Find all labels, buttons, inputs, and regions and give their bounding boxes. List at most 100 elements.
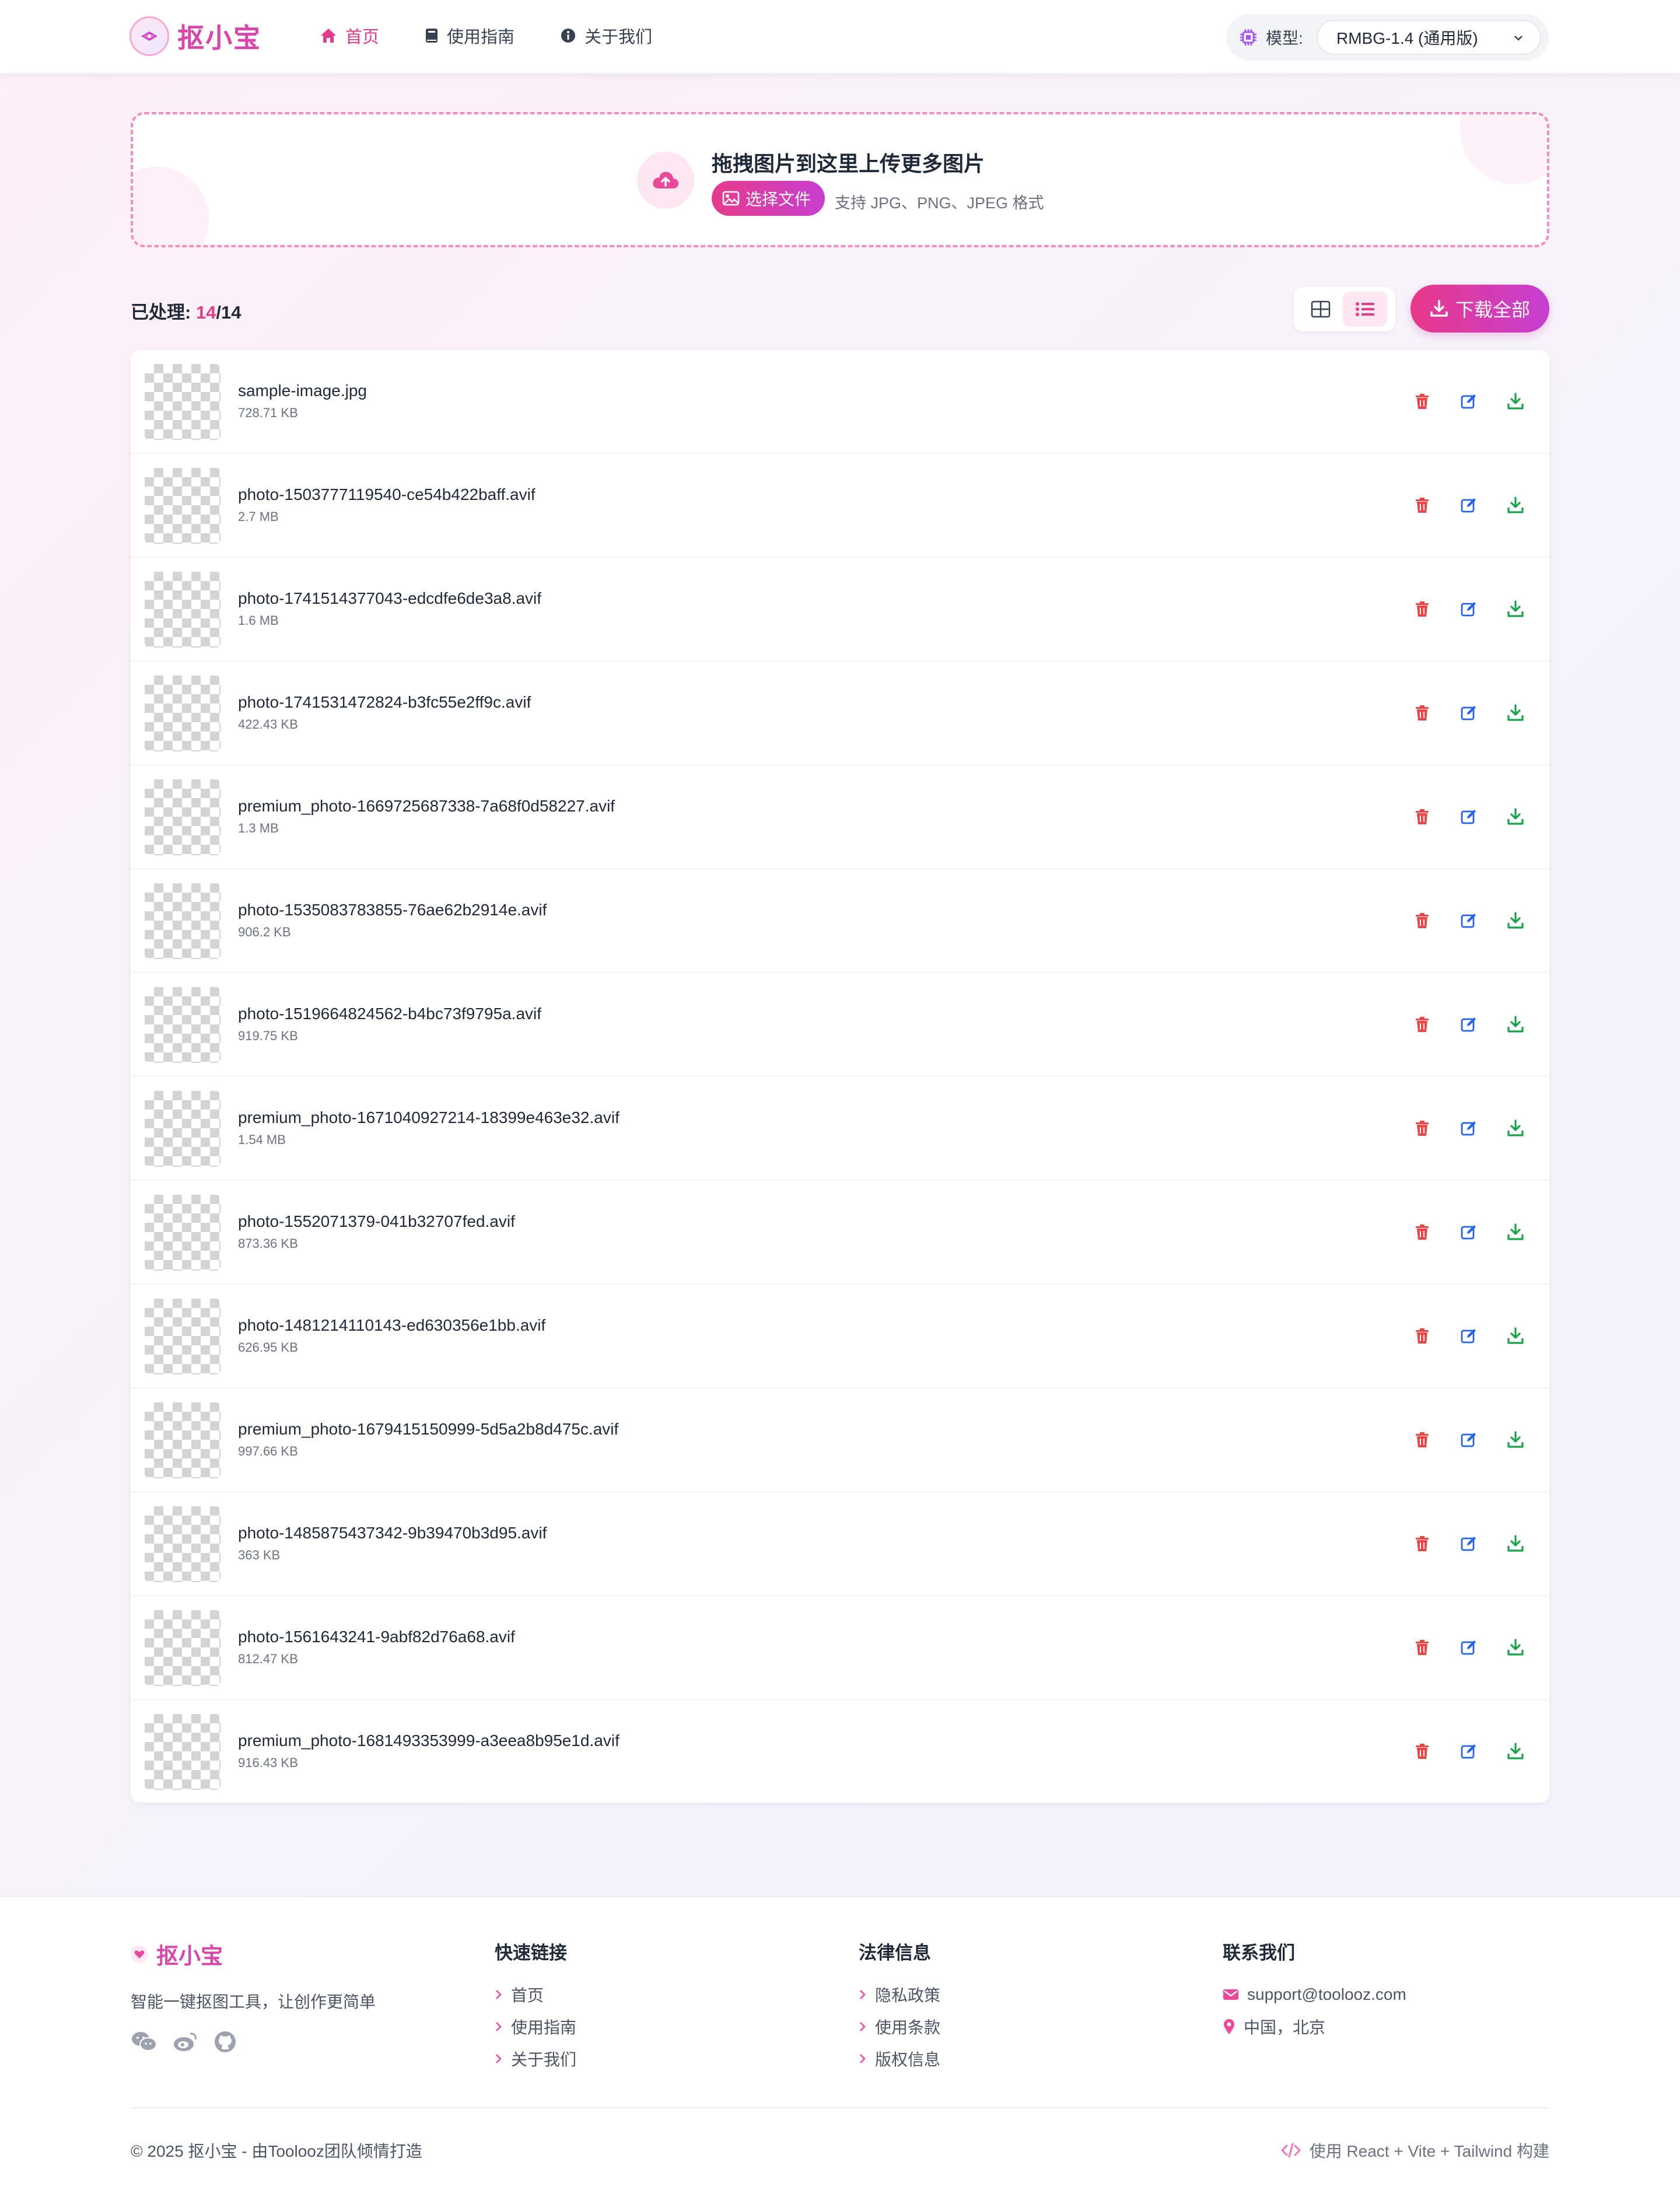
wechat-icon[interactable] <box>131 2030 158 2052</box>
edit-button[interactable] <box>1458 1015 1479 1036</box>
file-row: sample-image.jpg 728.71 KB <box>131 350 1549 454</box>
delete-button[interactable] <box>1412 1327 1433 1348</box>
download-button[interactable] <box>1505 392 1526 413</box>
result-thumbnail[interactable] <box>145 987 220 1063</box>
file-name: photo-1741514377043-edcdfe6de3a8.avif <box>238 589 542 607</box>
footer-brand[interactable]: 抠小宝 <box>131 1938 223 1970</box>
edit-button[interactable] <box>1458 911 1479 932</box>
edit-button[interactable] <box>1458 704 1479 725</box>
delete-button[interactable] <box>1412 1430 1433 1451</box>
footer-link-guide[interactable]: 使用指南 <box>495 2010 576 2042</box>
upload-dropzone[interactable]: 拖拽图片到这里上传更多图片 选择文件 支持 JPG、PNG、JPEG 格式 <box>131 112 1549 247</box>
heart-icon <box>131 1945 148 1963</box>
main-nav: 首页 使用指南 关于我们 <box>320 23 698 48</box>
list-icon <box>1356 302 1374 316</box>
file-name: photo-1481214110143-ed630356e1bb.avif <box>238 1316 546 1334</box>
edit-button[interactable] <box>1458 1534 1479 1555</box>
nav-home[interactable]: 首页 <box>320 23 379 48</box>
edit-button[interactable] <box>1458 1223 1479 1244</box>
upload-format-hint: 支持 JPG、PNG、JPEG 格式 <box>835 194 1044 212</box>
result-thumbnail[interactable] <box>145 468 220 544</box>
edit-button[interactable] <box>1458 392 1479 413</box>
delete-button[interactable] <box>1412 704 1433 725</box>
file-row: photo-1519664824562-b4bc73f9795a.avif 919… <box>131 973 1549 1077</box>
list-view-button[interactable] <box>1343 292 1387 327</box>
model-dropdown[interactable]: RMBG-1.4 (通用版) <box>1317 20 1541 55</box>
edit-button[interactable] <box>1458 807 1479 828</box>
footer-link-copyright[interactable]: 版权信息 <box>859 2042 940 2074</box>
download-button[interactable] <box>1505 600 1526 621</box>
download-button[interactable] <box>1505 496 1526 517</box>
edit-button[interactable] <box>1458 1119 1479 1140</box>
download-button[interactable] <box>1505 1119 1526 1140</box>
result-thumbnail[interactable] <box>145 1091 220 1167</box>
edit-button[interactable] <box>1458 1430 1479 1451</box>
github-icon[interactable] <box>214 2030 237 2053</box>
trash-icon <box>1415 393 1430 413</box>
edit-icon <box>1460 393 1478 413</box>
result-thumbnail[interactable] <box>145 364 220 440</box>
delete-button[interactable] <box>1412 911 1433 932</box>
delete-button[interactable] <box>1412 392 1433 413</box>
footer-link-home[interactable]: 首页 <box>495 1978 576 2010</box>
result-thumbnail[interactable] <box>145 1506 220 1582</box>
delete-button[interactable] <box>1412 807 1433 828</box>
download-button[interactable] <box>1505 1327 1526 1348</box>
nav-guide[interactable]: 使用指南 <box>425 23 514 48</box>
contact-email[interactable]: support@toolooz.com <box>1223 1978 1406 2010</box>
delete-button[interactable] <box>1412 600 1433 621</box>
download-button[interactable] <box>1505 1430 1526 1451</box>
download-button[interactable] <box>1505 1015 1526 1036</box>
result-thumbnail[interactable] <box>145 1299 220 1374</box>
result-thumbnail[interactable] <box>145 1714 220 1790</box>
mail-icon <box>1223 1989 1238 2000</box>
delete-button[interactable] <box>1412 1742 1433 1763</box>
nav-about[interactable]: 关于我们 <box>560 23 652 48</box>
result-thumbnail[interactable] <box>145 779 220 855</box>
file-row: photo-1503777119540-ce54b422baff.avif 2.7… <box>131 454 1549 558</box>
download-button[interactable] <box>1505 1742 1526 1763</box>
result-thumbnail[interactable] <box>145 572 220 648</box>
grid-view-button[interactable] <box>1298 292 1343 327</box>
download-button[interactable] <box>1505 1638 1526 1659</box>
download-all-button[interactable]: 下载全部 <box>1410 285 1549 333</box>
footer-link-privacy[interactable]: 隐私政策 <box>859 1978 940 2010</box>
download-button[interactable] <box>1505 1534 1526 1555</box>
result-thumbnail[interactable] <box>145 1195 220 1271</box>
weibo-icon[interactable] <box>173 2030 198 2052</box>
file-name: premium_photo-1681493353999-a3eea8b95e1d… <box>238 1731 620 1750</box>
result-thumbnail[interactable] <box>145 1610 220 1686</box>
footer-link-label: 关于我们 <box>511 2050 577 2069</box>
edit-button[interactable] <box>1458 496 1479 517</box>
delete-button[interactable] <box>1412 1119 1433 1140</box>
download-button[interactable] <box>1505 911 1526 932</box>
edit-button[interactable] <box>1458 1742 1479 1763</box>
edit-button[interactable] <box>1458 600 1479 621</box>
file-size: 1.6 MB <box>238 613 279 628</box>
brand-logo[interactable]: 抠小宝 <box>130 16 261 56</box>
delete-button[interactable] <box>1412 1015 1433 1036</box>
footer-link-about[interactable]: 关于我们 <box>495 2042 576 2074</box>
delete-button[interactable] <box>1412 1534 1433 1555</box>
result-thumbnail[interactable] <box>145 676 220 751</box>
file-row: photo-1535083783855-76ae62b2914e.avif 906… <box>131 869 1549 973</box>
file-size: 906.2 KB <box>238 925 291 939</box>
choose-file-button[interactable]: 选择文件 <box>712 181 825 216</box>
delete-button[interactable] <box>1412 1638 1433 1659</box>
edit-button[interactable] <box>1458 1327 1479 1348</box>
download-button[interactable] <box>1505 807 1526 828</box>
edit-button[interactable] <box>1458 1638 1479 1659</box>
result-thumbnail[interactable] <box>145 1402 220 1478</box>
edit-icon <box>1460 912 1478 932</box>
file-name: photo-1741531472824-b3fc55e2ff9c.avif <box>238 693 531 711</box>
model-label: 模型: <box>1266 29 1303 47</box>
code-icon <box>1281 2143 1301 2158</box>
chevron-right-icon <box>496 2053 502 2063</box>
delete-button[interactable] <box>1412 1223 1433 1244</box>
result-thumbnail[interactable] <box>145 883 220 959</box>
footer-link-terms[interactable]: 使用条款 <box>859 2010 940 2042</box>
download-button[interactable] <box>1505 1223 1526 1244</box>
processed-total: /14 <box>216 302 242 323</box>
delete-button[interactable] <box>1412 496 1433 517</box>
download-button[interactable] <box>1505 704 1526 725</box>
